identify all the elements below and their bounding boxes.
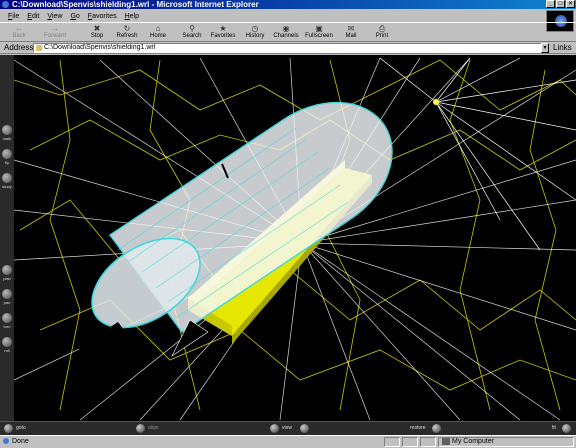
turn-button[interactable] [2,313,12,323]
status-cell-1 [384,437,400,447]
close-button[interactable]: × [566,0,575,8]
fullscreen-icon: ▣ [315,24,323,33]
ie-icon [2,1,9,8]
mail-label: Mail [345,33,357,39]
home-button[interactable]: ⌂ Home [143,24,173,42]
align-button[interactable] [136,424,145,433]
address-input[interactable]: C:\Download\Spenvis\shielding1.wrl [33,43,549,53]
links-button[interactable]: Links [553,43,572,52]
stop-button[interactable]: ✖ Stop [82,24,112,42]
roll-button[interactable] [2,337,12,347]
restore-button[interactable] [432,424,441,433]
menu-bar: File Edit View Go Favorites Help [0,10,576,22]
status-cell-3 [420,437,436,447]
walk-button[interactable] [2,125,12,135]
menu-go[interactable]: Go [70,13,79,20]
pan-button[interactable] [2,289,12,299]
point-source [433,99,439,105]
view-label: view [282,425,293,431]
toolbar: ← Back → Forward ✖ Stop ↻ Refresh ⌂ Home ⚲ Sea… [0,22,576,42]
fit-label: fit [552,425,556,431]
print-label: Print [375,33,389,39]
history-button[interactable]: ◷ History [240,24,270,42]
vrml-viewer[interactable]: walk fly study plan pan turn roll [0,55,576,421]
forward-button[interactable]: → Forward [40,24,70,42]
search-button[interactable]: ⚲ Search [177,24,207,42]
status-cell-2 [402,437,418,447]
address-dropdown-button[interactable]: ▼ [541,43,549,53]
goto-button[interactable] [4,424,13,433]
refresh-button[interactable]: ↻ Refresh [112,24,142,42]
menu-view[interactable]: View [47,13,62,20]
mail-icon: ✉ [347,24,355,33]
title-bar: C:\Download\Spenvis\shielding1.wrl - Mic… [0,0,576,9]
pan-label: pan [3,300,11,305]
status-text: Done [12,438,29,445]
menu-help[interactable]: Help [125,13,139,20]
plan-button[interactable] [2,265,12,275]
address-bar: Address C:\Download\Spenvis\shielding1.w… [0,42,576,54]
align-label: align [148,425,159,431]
home-icon: ⌂ [155,24,161,33]
print-button[interactable]: ⎙ Print [367,24,397,42]
fly-label: fly [5,160,9,165]
channels-icon: ◉ [282,24,290,33]
window-title: C:\Download\Spenvis\shielding1.wrl - Mic… [12,0,259,9]
vrml-scene [14,57,576,421]
study-label: study [2,184,12,189]
home-label: Home [149,33,166,39]
favorites-icon: ★ [219,24,227,33]
history-icon: ◷ [251,24,259,33]
walk-label: walk [2,136,11,141]
stop-label: Stop [90,33,104,39]
favorites-label: Favorites [210,33,236,39]
minimize-button[interactable]: _ [546,0,555,8]
roll-label: roll [4,348,10,353]
plan-label: plan [3,276,11,281]
channels-button[interactable]: ◉ Channels [271,24,301,42]
print-icon: ⎙ [378,24,386,33]
fullscreen-label: Fullscreen [305,33,333,39]
forward-label: Forward [43,33,66,39]
stop-icon: ✖ [93,24,101,33]
menu-file[interactable]: File [8,13,19,20]
forward-arrow-icon: → [51,24,59,33]
refresh-label: Refresh [116,33,138,39]
back-label: Back [12,33,26,39]
done-icon [3,438,9,444]
menu-favorites[interactable]: Favorites [88,13,117,20]
vrml-nav-sidebar: walk fly study plan pan turn roll [0,55,14,421]
back-button[interactable]: ← Back [4,24,34,42]
address-label: Address [4,43,34,52]
search-icon: ⚲ [189,24,195,33]
restore-label: restore [410,425,426,431]
goto-label: goto [16,425,26,431]
fullscreen-button[interactable]: ▣ Fullscreen [304,24,334,42]
menu-edit[interactable]: Edit [27,13,39,20]
favorites-button[interactable]: ★ Favorites [208,24,238,42]
back-arrow-icon: ← [15,24,23,33]
zone-text: My Computer [452,438,495,445]
channels-label: Channels [273,33,299,39]
mail-button[interactable]: ✉ Mail [336,24,366,42]
maximize-button[interactable]: □ [556,0,565,8]
address-value: C:\Download\Spenvis\shielding1.wrl [44,44,156,51]
study-button[interactable] [2,173,12,183]
status-bar: Done My Computer [0,435,576,448]
search-label: Search [182,33,202,39]
page-icon [36,45,42,51]
turn-label: turn [3,324,11,329]
computer-icon [442,438,450,445]
view-button[interactable] [270,424,279,433]
view-next-button[interactable] [300,424,309,433]
history-label: History [245,33,265,39]
vrml-control-bar: goto align view restore fit [0,421,576,435]
refresh-icon: ↻ [123,24,131,33]
fly-button[interactable] [2,149,12,159]
fit-button[interactable] [562,424,571,433]
